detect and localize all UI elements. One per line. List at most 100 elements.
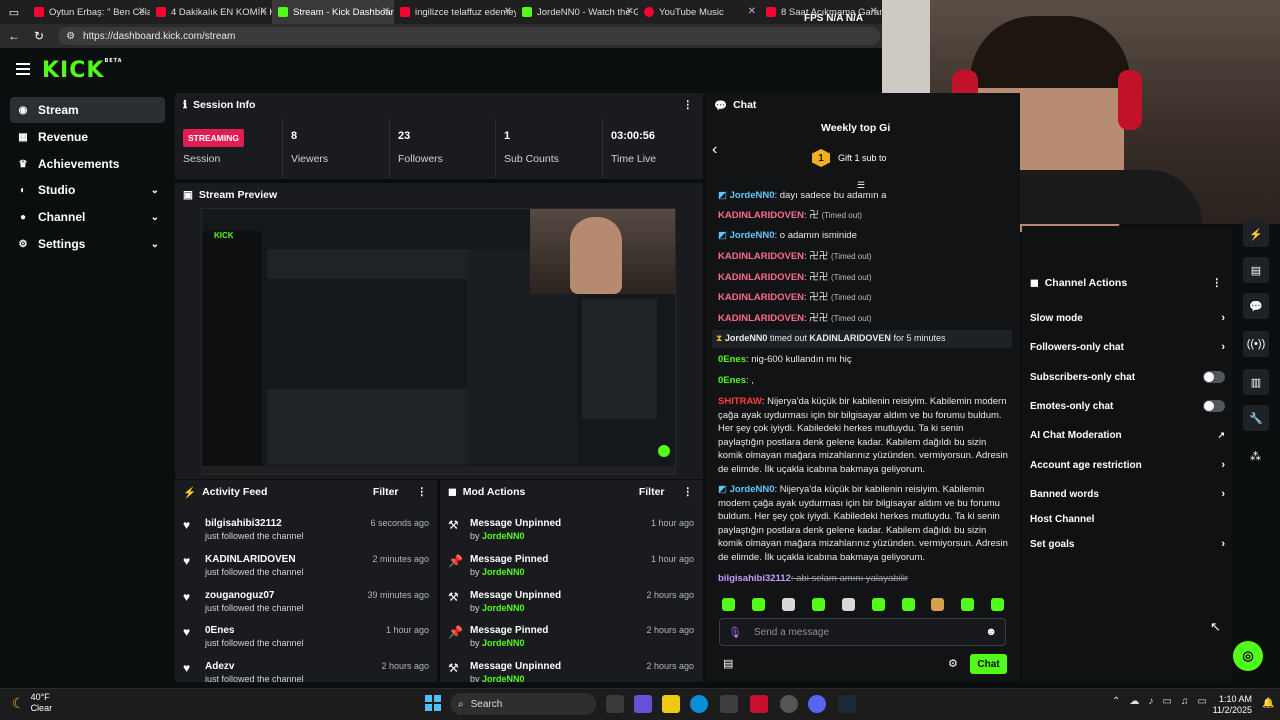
more-options-icon[interactable]: ⋮ [417,486,428,498]
support-chat-button[interactable]: ◎ [1233,641,1263,671]
close-tab-icon[interactable]: ✕ [626,6,634,17]
chat-bubble-icon: 💬 [714,99,728,112]
task-view-icon[interactable] [606,695,624,713]
reload-icon[interactable]: ↻ [34,29,44,43]
close-tab-icon[interactable]: ✕ [138,6,146,17]
microphone-icon[interactable]: 🎙 [728,626,742,639]
youtube-icon [400,7,410,17]
system-tray[interactable]: ⌃☁♪▭♫▭ [1112,696,1216,707]
sidebar-item-settings[interactable]: ⚙ Settings ⌄ [10,231,165,257]
sidebar-item-achievements[interactable]: ♛ Achievements [10,151,165,177]
browser-tab-4[interactable]: JordeNN0 - Watch the Game✕ [516,0,638,24]
subscribers-only-toggle[interactable] [1203,371,1225,383]
store-icon[interactable] [720,695,738,713]
wrench-icon[interactable]: 🔧 [1243,405,1269,431]
followers-only-item[interactable]: Followers-only chat › [1030,337,1225,357]
emote-icon[interactable] [931,598,944,611]
emote-icon[interactable] [902,598,915,611]
browser-tab-bar: ▭ Oytun Erbaş: " Ben Celal ✕ 4 Dakikalık … [0,0,882,24]
stream-preview-video[interactable]: KICK [201,208,676,475]
list-item: 📌 Message Pinned by JordeNN0 1 hour ago [448,554,694,577]
taskbar-search[interactable]: ⌕ Search [450,693,596,715]
browser-tab-3[interactable]: ingilizce telaffuz edemeyince✕ [394,0,516,24]
app-icon[interactable] [750,695,768,713]
emote-icon[interactable] [752,598,765,611]
window-menu-icon[interactable]: ▭ [0,6,28,19]
file-explorer-icon[interactable] [662,695,680,713]
moon-icon: ☾ [12,694,25,711]
chat-message: ◩ JordeNN0: Nijerya'da küçük bir kabilen… [718,484,1008,563]
emote-icon[interactable] [842,598,855,611]
camera-icon: ▣ [183,189,193,201]
close-tab-icon[interactable]: ✕ [382,6,390,17]
emote-icon[interactable] [872,598,885,611]
close-tab-icon[interactable]: ✕ [260,6,268,17]
set-goals-item[interactable]: Set goals › [1030,534,1225,554]
clock[interactable]: 1:10 AM 11/2/2025 [1212,694,1252,716]
chat-send-button[interactable]: Chat [970,654,1007,674]
discord-icon[interactable] [808,695,826,713]
activity-filter-button[interactable]: Filter [373,486,399,498]
sidebar-item-channel[interactable]: ● Channel ⌄ [10,204,165,230]
chat-header: 💬 Chat [714,99,757,112]
close-tab-icon[interactable]: ✕ [870,6,878,17]
slow-mode-item[interactable]: Slow mode › [1030,308,1225,328]
steam-icon[interactable] [838,695,856,713]
layout-icon[interactable]: ▥ [1243,369,1269,395]
list-item: ♥ bilgisahibi32112 just followed the chann… [183,518,429,541]
youtube-icon [766,7,776,17]
sidebar-item-studio[interactable]: ◐ Studio ⌄ [10,177,165,203]
address-bar-row: ← ↻ ⚙ https://dashboard.kick.com/stream [0,24,882,48]
external-link-icon: ↗ [1217,429,1225,440]
browser-tab-1[interactable]: 4 Dakikalık EN KOMİK Kont✕ [150,0,272,24]
chat-bubble-icon[interactable]: 💬 [1243,293,1269,319]
more-options-icon[interactable]: ⋮ [683,486,694,498]
mod-filter-button[interactable]: Filter [639,486,665,498]
emote-icon[interactable] [722,598,735,611]
stat-sub-counts: 1 Sub Counts [495,118,599,178]
back-icon[interactable]: ← [8,29,20,43]
emote-icon[interactable] [961,598,974,611]
start-button[interactable] [425,695,441,711]
close-tab-icon[interactable]: ✕ [748,6,756,17]
chat-input[interactable]: 🎙 Send a message ☻ [719,618,1006,646]
emote-icon[interactable] [991,598,1004,611]
apps-icon[interactable]: ⁂ [1250,450,1261,463]
url-field[interactable]: ⚙ https://dashboard.kick.com/stream [58,27,881,45]
chat-settings-icon[interactable]: ⚙ [948,657,958,670]
emote-icon[interactable] [782,598,795,611]
host-channel-item[interactable]: Host Channel [1030,509,1225,529]
sidebar-item-stream[interactable]: ◉ Stream [10,97,165,123]
pin-icon: 📌 [448,625,463,639]
broadcast-icon[interactable]: ((•)) [1243,331,1269,357]
more-options-icon[interactable]: ⋮ [1212,277,1223,289]
weather-widget[interactable]: ☾ 40°F Clear [12,692,52,714]
menu-icon[interactable] [16,63,30,75]
close-tab-icon[interactable]: ✕ [504,6,512,17]
notification-icon[interactable]: 🔔 [1262,698,1274,709]
more-options-icon[interactable]: ⋮ [683,99,694,111]
emoji-icon[interactable]: ☻ [985,626,997,638]
chat-message: bilgisahibi32112: abi selam amını yalaya… [718,573,909,584]
edge-icon[interactable] [690,695,708,713]
copilot-icon[interactable] [634,695,652,713]
banned-words-item[interactable]: Banned words › [1030,484,1225,504]
heart-icon: ♥ [183,625,191,639]
lightning-icon[interactable]: ⚡ [1243,221,1269,247]
document-icon[interactable]: ▤ [1243,257,1269,283]
chat-store-icon[interactable]: ▤ [723,657,733,670]
browser-tab-2[interactable]: Stream - Kick Dashboard ✕ [272,0,394,24]
obs-icon[interactable] [780,695,798,713]
youtube-icon [156,7,166,17]
emotes-only-toggle[interactable] [1203,400,1225,412]
sidebar-item-revenue[interactable]: ▦ Revenue [10,124,165,150]
browser-tab-0[interactable]: Oytun Erbaş: " Ben Celal ✕ [28,0,150,24]
account-age-item[interactable]: Account age restriction › [1030,455,1225,475]
gifter-back-icon[interactable]: ‹ [712,141,717,159]
preview-mini-sidebar [202,231,262,474]
emote-icon[interactable] [812,598,825,611]
browser-tab-5[interactable]: YouTube Music ✕ [638,0,760,24]
site-info-icon[interactable]: ⚙ [66,31,75,42]
ai-moderation-item[interactable]: AI Chat Moderation ↗ [1030,425,1225,445]
kick-logo[interactable]: KICKBETA [42,58,123,83]
